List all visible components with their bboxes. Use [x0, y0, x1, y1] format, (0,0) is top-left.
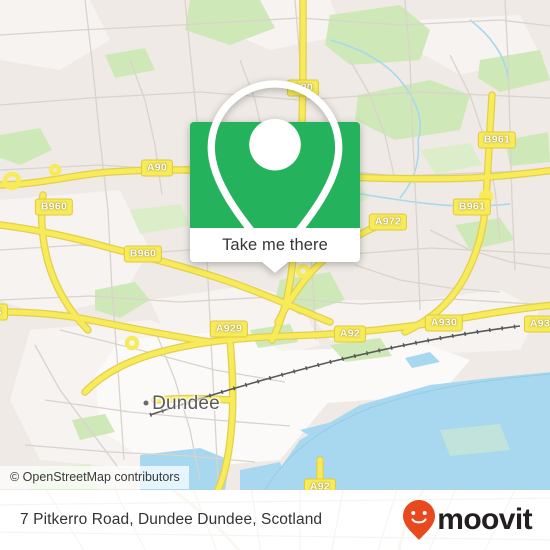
- address-text: 7 Pitkerro Road, Dundee Dundee, Scotland: [20, 511, 323, 528]
- road-shield-a972[interactable]: A972: [368, 213, 408, 231]
- moovit-smiley-pin-icon: [403, 500, 436, 540]
- road-shield-a930[interactable]: A930: [424, 314, 464, 332]
- callout-icon-area: [190, 80, 360, 266]
- road-shield-b960-south[interactable]: B960: [123, 245, 163, 263]
- road-shield-a93-edge[interactable]: A93: [523, 315, 550, 333]
- take-me-there-callout[interactable]: Take me there: [190, 80, 360, 273]
- osm-attribution[interactable]: © OpenStreetMap contributors: [0, 466, 189, 489]
- city-marker-dot: [143, 400, 149, 406]
- road-shield-b961-south[interactable]: B961: [452, 198, 492, 216]
- footer-bar: 7 Pitkerro Road, Dundee Dundee, Scotland…: [0, 490, 550, 550]
- moovit-wordmark: moovit: [437, 503, 532, 536]
- moovit-map-screenshot: A90 A90 B961 B960 B961 A972 B960 B A929 …: [0, 0, 550, 550]
- callout-tail: [262, 262, 288, 273]
- road-shield-b961-north[interactable]: B961: [477, 131, 517, 149]
- road-shield-b960-west[interactable]: B960: [34, 198, 74, 216]
- take-me-there-label: Take me there: [222, 235, 328, 254]
- road-shield-a90-west[interactable]: A90: [140, 159, 174, 177]
- moovit-brand[interactable]: moovit: [402, 499, 533, 541]
- road-shield-edge-left[interactable]: B: [0, 303, 8, 321]
- map-pin-icon: [207, 80, 343, 266]
- map-canvas[interactable]: A90 A90 B961 B960 B961 A972 B960 B A929 …: [0, 0, 550, 490]
- road-shield-a92-south[interactable]: A92: [303, 478, 337, 490]
